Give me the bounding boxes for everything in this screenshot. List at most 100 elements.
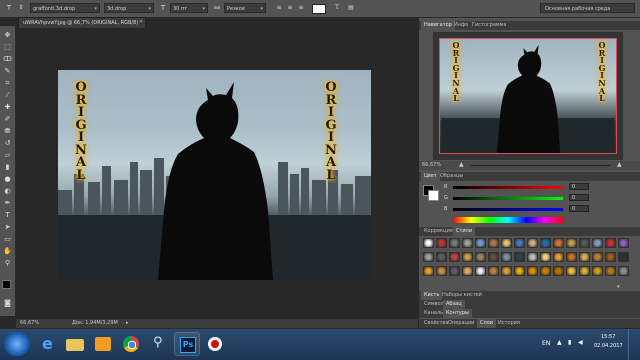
- brush-tool-icon[interactable]: ✐: [2, 114, 13, 124]
- slider-g[interactable]: [453, 197, 563, 200]
- style-swatch[interactable]: [488, 238, 499, 248]
- quick-mask-icon[interactable]: ◙: [2, 298, 13, 308]
- document-tab[interactable]: uWRAVhpvwY.jpg @ 66,7% (ORIGINAL, RGB/8)…: [18, 17, 146, 28]
- explorer-taskbar-button[interactable]: [62, 332, 88, 356]
- photoshop-taskbar-button[interactable]: Ps: [174, 332, 200, 356]
- tab-paths[interactable]: Контуры: [443, 309, 472, 318]
- style-swatch[interactable]: [579, 252, 590, 262]
- style-swatch[interactable]: [553, 238, 564, 248]
- font-style-select[interactable]: 3d.drop: [104, 3, 154, 13]
- style-swatch[interactable]: [475, 252, 486, 262]
- style-swatch[interactable]: [553, 252, 564, 262]
- lasso-tool-icon[interactable]: ↀ: [2, 54, 13, 64]
- show-desktop-button[interactable]: [628, 329, 640, 360]
- style-swatch[interactable]: [462, 252, 473, 262]
- network-icon[interactable]: ▮: [568, 339, 571, 346]
- style-swatch[interactable]: [540, 238, 551, 248]
- tab-histogram[interactable]: Гистограмма: [469, 21, 510, 30]
- style-swatch[interactable]: [488, 266, 499, 276]
- style-swatch[interactable]: [553, 266, 564, 276]
- style-swatch[interactable]: [605, 252, 616, 262]
- style-swatch[interactable]: [436, 252, 447, 262]
- text-tool-icon[interactable]: T: [4, 3, 14, 13]
- align-center-icon[interactable]: ≡: [285, 3, 295, 13]
- tab-navigator[interactable]: Навигатор: [421, 21, 455, 30]
- styles-scroll-icon[interactable]: ▾: [617, 284, 637, 290]
- style-swatch[interactable]: [527, 238, 538, 248]
- style-swatch[interactable]: [423, 238, 434, 248]
- tab-styles[interactable]: Стили: [453, 227, 476, 236]
- style-swatch[interactable]: [449, 238, 460, 248]
- style-swatch[interactable]: [436, 238, 447, 248]
- style-swatch[interactable]: [514, 238, 525, 248]
- eyedropper-tool-icon[interactable]: ⁄: [2, 90, 13, 100]
- healing-tool-icon[interactable]: ✚: [2, 102, 13, 112]
- value-r[interactable]: 0: [569, 183, 589, 190]
- chrome-taskbar-button[interactable]: [118, 332, 144, 356]
- style-swatch[interactable]: [475, 266, 486, 276]
- history-brush-tool-icon[interactable]: ↺: [2, 138, 13, 148]
- style-swatch[interactable]: [488, 252, 499, 262]
- orientation-toggle-icon[interactable]: ⇕: [16, 3, 26, 13]
- pen-tool-icon[interactable]: ✒: [2, 198, 13, 208]
- crop-tool-icon[interactable]: ⌗: [2, 78, 13, 88]
- clock-time[interactable]: 15:57: [601, 334, 615, 340]
- text-color-swatch[interactable]: [312, 4, 326, 14]
- navigator-zoom-value[interactable]: 66,67%: [422, 162, 441, 168]
- align-right-icon[interactable]: ≡: [296, 3, 306, 13]
- style-swatch[interactable]: [423, 252, 434, 262]
- type-tool-icon[interactable]: T: [2, 210, 13, 220]
- style-swatch[interactable]: [449, 266, 460, 276]
- style-swatch[interactable]: [514, 252, 525, 262]
- zoom-tool-icon[interactable]: ⚲: [2, 258, 13, 268]
- color-spectrum-bar[interactable]: [453, 217, 563, 223]
- style-swatch[interactable]: [618, 266, 629, 276]
- style-swatch[interactable]: [540, 252, 551, 262]
- style-swatch[interactable]: [579, 238, 590, 248]
- zoom-level[interactable]: 66,67%: [20, 319, 39, 328]
- color-bg-swatch[interactable]: [428, 190, 439, 201]
- navigator-thumbnail[interactable]: O R I G I N A L O R I G I N A L: [433, 32, 623, 160]
- style-swatch[interactable]: [618, 238, 629, 248]
- tab-adjustments[interactable]: Коррекция: [421, 227, 456, 236]
- style-swatch[interactable]: [566, 238, 577, 248]
- tab-swatches[interactable]: Образцы: [437, 172, 466, 181]
- value-b[interactable]: 0: [569, 205, 589, 212]
- zoom-out-icon[interactable]: ▲: [459, 161, 464, 168]
- gradient-tool-icon[interactable]: ▮: [2, 162, 13, 172]
- workspace-select[interactable]: Основная рабочая среда: [540, 3, 635, 13]
- value-g[interactable]: 0: [569, 194, 589, 201]
- foreground-color-swatch[interactable]: [2, 280, 11, 289]
- style-swatch[interactable]: [592, 252, 603, 262]
- tab-actions[interactable]: Операции: [445, 319, 477, 328]
- warp-text-icon[interactable]: Ꚍ: [332, 3, 342, 13]
- path-selection-tool-icon[interactable]: ➤: [2, 222, 13, 232]
- font-size-select[interactable]: 30 пт: [170, 3, 208, 13]
- clone-stamp-tool-icon[interactable]: ⛃: [2, 126, 13, 136]
- slider-r[interactable]: [453, 186, 563, 189]
- antialias-select[interactable]: Резкое: [224, 3, 266, 13]
- document-image[interactable]: O R I G I N A L O R I G I N A L: [58, 70, 371, 280]
- style-swatch[interactable]: [436, 266, 447, 276]
- document-info[interactable]: Док: 1,94M/3,29M: [72, 319, 118, 328]
- hand-tool-icon[interactable]: ✋: [2, 246, 13, 256]
- tab-brush-presets[interactable]: Наборы кистей: [439, 291, 485, 300]
- tray-arrow-icon[interactable]: ▲: [557, 339, 562, 346]
- style-swatch[interactable]: [566, 266, 577, 276]
- tab-history[interactable]: История: [495, 319, 523, 328]
- style-swatch[interactable]: [449, 252, 460, 262]
- volume-icon[interactable]: ◀: [578, 339, 583, 346]
- navigator-zoom-slider[interactable]: [471, 165, 611, 166]
- align-left-icon[interactable]: ≡: [274, 3, 284, 13]
- style-swatch[interactable]: [527, 252, 538, 262]
- slider-b[interactable]: [453, 208, 563, 211]
- quick-selection-tool-icon[interactable]: ✎: [2, 66, 13, 76]
- shape-tool-icon[interactable]: ▭: [2, 234, 13, 244]
- style-swatch[interactable]: [605, 266, 616, 276]
- style-swatch[interactable]: [592, 266, 603, 276]
- eraser-tool-icon[interactable]: ▱: [2, 150, 13, 160]
- zoom-in-icon[interactable]: ▲: [617, 161, 622, 168]
- style-swatch[interactable]: [462, 266, 473, 276]
- tab-layers[interactable]: Слои: [477, 319, 496, 328]
- style-swatch[interactable]: [540, 266, 551, 276]
